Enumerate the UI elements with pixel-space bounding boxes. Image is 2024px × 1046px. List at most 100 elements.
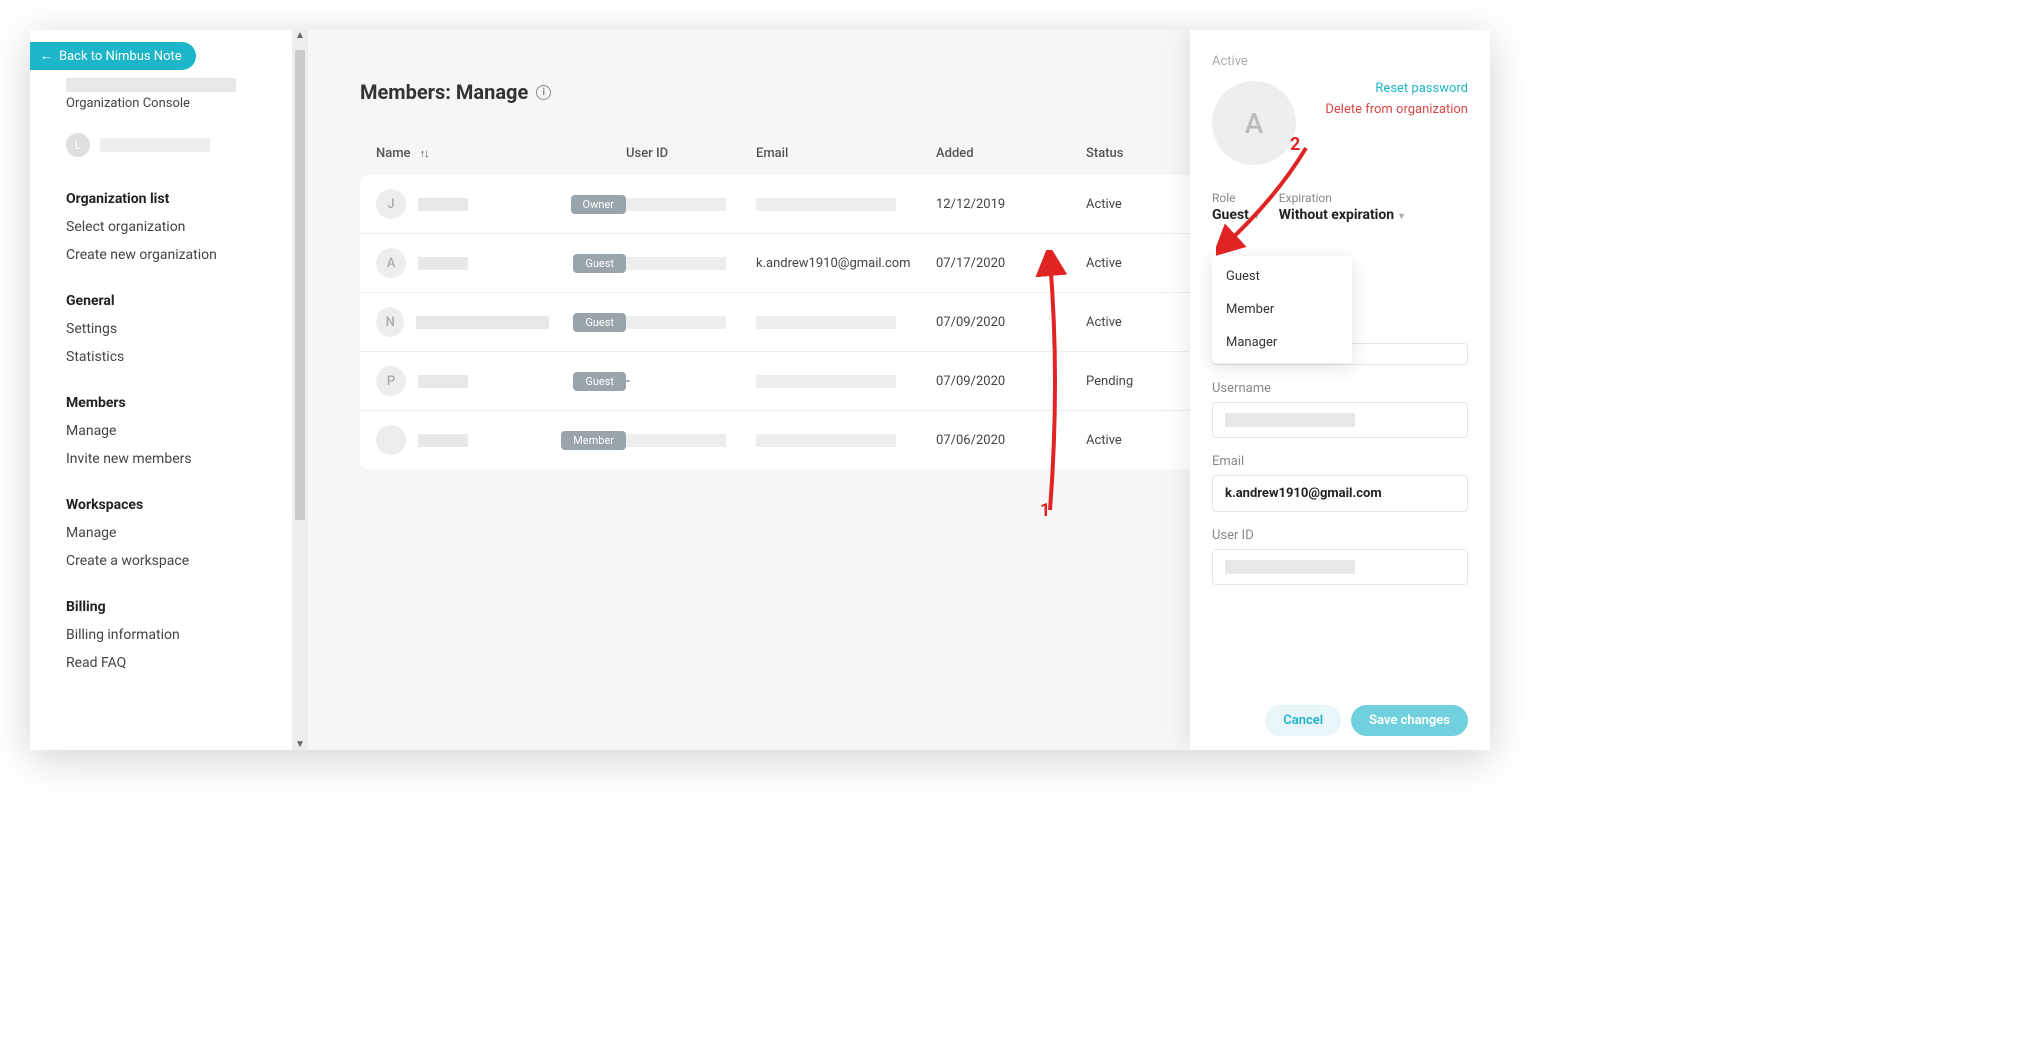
- email-cell: [756, 198, 936, 211]
- nav-group: MembersManageInvite new members: [30, 389, 292, 473]
- user-id-cell: [626, 434, 756, 447]
- row-avatar: A: [376, 248, 406, 278]
- role-badge: Guest: [573, 313, 626, 332]
- cancel-button[interactable]: Cancel: [1265, 705, 1341, 736]
- scroll-up-icon: ▲: [295, 30, 305, 41]
- col-userid[interactable]: User ID: [626, 146, 756, 161]
- role-option[interactable]: Manager: [1212, 326, 1352, 359]
- status-cell: Active: [1086, 197, 1166, 212]
- info-icon[interactable]: i: [536, 85, 551, 100]
- expiration-dropdown-trigger[interactable]: Without expiration▼: [1279, 207, 1406, 223]
- role-option[interactable]: Member: [1212, 293, 1352, 326]
- save-changes-button[interactable]: Save changes: [1351, 705, 1468, 736]
- org-name-redacted: [66, 78, 236, 92]
- user-id-redacted: [626, 434, 726, 447]
- role-badge: Owner: [571, 195, 626, 214]
- member-name-redacted: [418, 198, 468, 211]
- member-name-redacted: [418, 434, 468, 447]
- role-value: Guest: [1212, 207, 1249, 223]
- role-badge: Member: [561, 431, 626, 450]
- email-cell: [756, 434, 936, 447]
- name-cell: Member: [376, 425, 626, 455]
- status-cell: Active: [1086, 315, 1166, 330]
- col-email[interactable]: Email: [756, 146, 936, 161]
- email-redacted: [756, 375, 896, 388]
- nav-item[interactable]: Statistics: [30, 343, 292, 371]
- role-option[interactable]: Guest: [1212, 260, 1352, 293]
- scroll-down-icon: ▼: [295, 739, 305, 750]
- app-shell: Back to Nimbus Note Organization Console…: [30, 30, 1490, 750]
- user-id-redacted: [626, 198, 726, 211]
- sort-arrows-icon[interactable]: ↑ ↓: [420, 147, 428, 160]
- username-field[interactable]: [1212, 402, 1468, 438]
- member-avatar: A: [1212, 81, 1296, 165]
- expiration-value: Without expiration: [1279, 207, 1394, 223]
- member-name-redacted: [416, 316, 549, 329]
- nav-item[interactable]: Create a workspace: [30, 547, 292, 575]
- user-id-label: User ID: [1212, 528, 1468, 543]
- nav-item[interactable]: Read FAQ: [30, 649, 292, 677]
- email-field[interactable]: k.andrew1910@gmail.com: [1212, 475, 1468, 512]
- member-name-redacted: [418, 375, 468, 388]
- user-id-cell: [626, 316, 756, 329]
- status-cell: Active: [1086, 433, 1166, 448]
- name-cell: J Owner: [376, 189, 626, 219]
- name-cell: NGuest: [376, 307, 626, 337]
- nav-item[interactable]: Settings: [30, 315, 292, 343]
- user-id-cell: [626, 257, 756, 270]
- member-detail-panel: Active A Reset password Delete from orga…: [1190, 30, 1490, 750]
- name-cell: AGuest: [376, 248, 626, 278]
- nav-group: Organization listSelect organizationCrea…: [30, 185, 292, 269]
- nav-item[interactable]: Billing information: [30, 621, 292, 649]
- nav-group: GeneralSettingsStatistics: [30, 287, 292, 371]
- email-cell: [756, 375, 936, 388]
- reset-password-link[interactable]: Reset password: [1310, 81, 1468, 96]
- username-label: Username: [1212, 381, 1468, 396]
- username-redacted: [1225, 413, 1355, 427]
- col-added[interactable]: Added: [936, 146, 1086, 161]
- expiration-label: Expiration: [1279, 191, 1406, 205]
- org-console-label: Organization Console: [66, 96, 268, 111]
- member-status-label: Active: [1212, 54, 1468, 69]
- role-badge: Guest: [573, 372, 626, 391]
- back-to-nimbus-button[interactable]: Back to Nimbus Note: [30, 42, 196, 70]
- nav-item[interactable]: Create new organization: [30, 241, 292, 269]
- col-name[interactable]: Name ↑ ↓: [376, 146, 626, 161]
- delete-from-org-link[interactable]: Delete from organization: [1310, 102, 1468, 117]
- page-title-text: Members: Manage: [360, 80, 528, 104]
- col-name-label: Name: [376, 146, 411, 161]
- sidebar: Organization Console L Organization list…: [30, 30, 292, 750]
- nav-group-title: General: [30, 287, 292, 315]
- current-user-name-redacted: [100, 138, 210, 152]
- chevron-down-icon: ▼: [1397, 212, 1406, 222]
- user-id-redacted: [1225, 560, 1355, 574]
- added-cell: 07/06/2020: [936, 433, 1086, 448]
- nav-item[interactable]: Manage: [30, 519, 292, 547]
- row-avatar: [376, 425, 406, 455]
- email-cell: [756, 316, 936, 329]
- email-label: Email: [1212, 454, 1468, 469]
- sidebar-scrollbar[interactable]: ▲ ▼: [292, 30, 308, 750]
- email-redacted: [756, 316, 896, 329]
- status-cell: Pending: [1086, 374, 1166, 389]
- nav-item[interactable]: Manage: [30, 417, 292, 445]
- current-user-row[interactable]: L: [66, 133, 268, 157]
- nav-group-title: Workspaces: [30, 491, 292, 519]
- status-cell: Active: [1086, 256, 1166, 271]
- nav-item[interactable]: Invite new members: [30, 445, 292, 473]
- nav-group-title: Billing: [30, 593, 292, 621]
- user-id-field[interactable]: [1212, 549, 1468, 585]
- scrollbar-thumb[interactable]: [295, 50, 305, 520]
- current-user-avatar: L: [66, 133, 90, 157]
- row-avatar: P: [376, 366, 406, 396]
- added-cell: 07/09/2020: [936, 315, 1086, 330]
- added-cell: 12/12/2019: [936, 197, 1086, 212]
- nav-item[interactable]: Select organization: [30, 213, 292, 241]
- user-id-redacted: [626, 316, 726, 329]
- row-avatar: J: [376, 189, 406, 219]
- role-dropdown-menu[interactable]: GuestMemberManager: [1212, 256, 1352, 363]
- col-status[interactable]: Status: [1086, 146, 1166, 161]
- role-dropdown-trigger[interactable]: Guest▼: [1212, 207, 1261, 223]
- email-redacted: [756, 198, 896, 211]
- user-id-cell: -: [626, 374, 756, 389]
